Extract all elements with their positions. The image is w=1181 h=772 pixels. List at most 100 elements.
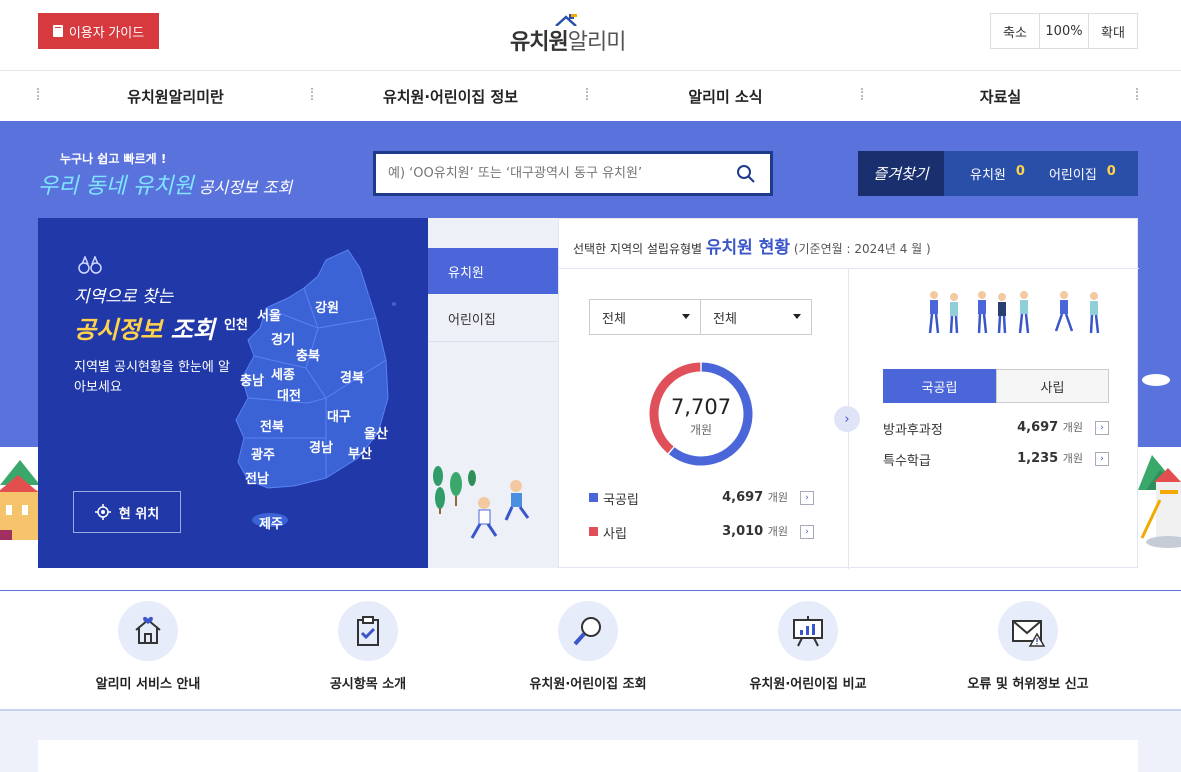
fav-daycare[interactable]: 어린이집 0	[1049, 164, 1116, 183]
region-ulsan[interactable]: 울산	[364, 423, 388, 442]
region-chungbuk[interactable]: 충북	[296, 345, 320, 364]
next-slide-button[interactable]: ›	[834, 406, 860, 432]
region-daegu[interactable]: 대구	[327, 406, 351, 425]
stats-heading-pre: 선택한 지역의 설립유형별	[573, 242, 706, 256]
search-box	[373, 151, 773, 196]
quick-service-guide[interactable]: 알리미 서비스 안내	[58, 601, 238, 692]
region-busan[interactable]: 부산	[348, 443, 372, 462]
quick-report-label: 오류 및 허위정보 신고	[967, 677, 1089, 692]
region-chungnam[interactable]: 충남	[240, 370, 264, 389]
region-gyeongnam[interactable]: 경남	[309, 437, 333, 456]
region-incheon[interactable]: 인천	[224, 314, 248, 333]
legend-public-label: 국공립	[603, 493, 639, 508]
chart-board-icon	[793, 616, 823, 647]
quick-items-intro-circle	[338, 601, 398, 661]
quick-items-intro-label: 공시항목 소개	[329, 677, 407, 692]
quick-compare-label: 유치원·어린이집 비교	[749, 677, 867, 692]
chevron-right-icon[interactable]: ›	[800, 525, 814, 539]
kids-running-illustration	[433, 466, 530, 539]
fav-daycare-label: 어린이집	[1048, 168, 1097, 183]
donut-total-unit: 개원	[689, 423, 713, 437]
chevron-right-icon[interactable]: ›	[1095, 452, 1109, 466]
quick-service-guide-circle	[118, 601, 178, 661]
tab-public[interactable]: 국공립	[883, 369, 996, 403]
tab-kindergarten[interactable]: 유치원	[428, 248, 558, 294]
after-school-unit: 개원	[1062, 421, 1083, 434]
quick-search[interactable]: 유치원·어린이집 조회	[498, 601, 678, 692]
after-school-label: 방과후과정	[883, 423, 943, 438]
bottom-card	[38, 740, 1138, 772]
korea-map[interactable]	[208, 248, 428, 538]
search-input[interactable]	[388, 166, 728, 181]
mail-warning-icon	[1012, 620, 1046, 647]
clipboard-check-icon	[357, 616, 379, 646]
special-class-value: 1,235	[1017, 451, 1059, 466]
fav-daycare-count: 0	[1106, 164, 1116, 179]
legend-private-unit: 개원	[767, 525, 788, 538]
region-sejong[interactable]: 세종	[271, 364, 295, 383]
quick-report-circle	[998, 601, 1058, 661]
favorites-title: 즐겨찾기	[858, 151, 944, 196]
special-class-row: 특수학급 1,235 개원 ›	[883, 450, 1109, 469]
slogan-sub: 누구나 쉽고 빠르게 !	[60, 152, 167, 166]
slogan-part-b: 유치원	[132, 174, 194, 199]
region-gyeonggi[interactable]: 경기	[271, 329, 295, 348]
crosshair-icon	[94, 504, 111, 520]
establishment-type-tabs: 국공립 사립	[883, 369, 1109, 403]
legend-private: 사립 3,010 개원 ›	[589, 523, 814, 542]
magnifier-icon	[573, 617, 601, 646]
site-logo[interactable]: 유치원알리미	[510, 14, 642, 55]
nav-item-archive[interactable]: 자료실	[863, 71, 1138, 122]
stats-divider	[559, 268, 1139, 269]
fav-kinder[interactable]: 유치원 0	[970, 164, 1025, 183]
chevron-right-icon[interactable]: ›	[1095, 421, 1109, 435]
map-title-line2: 공시정보 조회	[74, 310, 215, 345]
quick-compare[interactable]: 유치원·어린이집 비교	[718, 601, 898, 692]
stats-heading-date: (기준연월 : 2024년 4 월 )	[790, 242, 931, 256]
tab-private[interactable]: 사립	[996, 369, 1109, 403]
chevron-right-icon[interactable]: ›	[800, 491, 814, 505]
user-guide-label: 이용자 가이드	[68, 24, 145, 40]
logo-main-text: 유치원	[510, 30, 569, 55]
zoom-level: 100%	[1040, 14, 1089, 48]
current-location-label: 현 위치	[118, 506, 160, 522]
current-location-button[interactable]: 현 위치	[73, 491, 181, 533]
zoom-out-button[interactable]: 축소	[991, 14, 1040, 48]
quick-search-label: 유치원·어린이집 조회	[529, 677, 647, 692]
legend-public-value: 4,697	[722, 490, 764, 505]
nav-item-news[interactable]: 알리미 소식	[588, 71, 863, 122]
nav-item-info[interactable]: 유치원·어린이집 정보	[313, 71, 588, 122]
quick-items-intro[interactable]: 공시항목 소개	[278, 601, 458, 692]
tab-daycare[interactable]: 어린이집	[428, 295, 558, 341]
region-seoul[interactable]: 서울	[257, 305, 281, 324]
type-tab-column: 유치원 어린이집	[428, 218, 558, 568]
search-icon[interactable]	[736, 164, 756, 184]
quick-report[interactable]: 오류 및 허위정보 신고	[938, 601, 1118, 692]
nav-divider	[1136, 88, 1138, 100]
main-nav: 유치원알리미란 유치원·어린이집 정보 알리미 소식 자료실	[0, 70, 1181, 121]
region-gwangju[interactable]: 광주	[251, 444, 275, 463]
region-select-1[interactable]: 전체	[589, 299, 701, 335]
region-select-2[interactable]: 전체	[700, 299, 812, 335]
region-select-1-value: 전체	[602, 311, 626, 327]
top-header: 이용자 가이드 유치원알리미 축소 100% 확대	[0, 0, 1181, 70]
region-jeonbuk[interactable]: 전북	[260, 416, 284, 435]
map-title-highlight: 공시정보	[74, 315, 163, 344]
slogan-part-c: 공시정보 조회	[193, 178, 293, 197]
chevron-down-icon	[793, 314, 801, 319]
quick-compare-circle	[778, 601, 838, 661]
region-daejeon[interactable]: 대전	[277, 385, 301, 404]
slogan-part-a: 우리 동네	[38, 174, 133, 199]
stats-heading-main: 유치원 현황	[705, 238, 791, 258]
zoom-controls: 축소 100% 확대	[990, 13, 1138, 49]
people-illustration	[928, 291, 1100, 334]
region-gangwon[interactable]: 강원	[315, 297, 339, 316]
user-guide-button[interactable]: 이용자 가이드	[38, 13, 159, 49]
region-gyeongbuk[interactable]: 경북	[340, 367, 364, 386]
zoom-in-button[interactable]: 확대	[1089, 14, 1137, 48]
quick-menu: 알리미 서비스 안내 공시항목 소개 유치원·어린이집 조회 유치원·어린이집 …	[0, 591, 1181, 709]
nav-item-about[interactable]: 유치원알리미란	[38, 71, 313, 122]
region-jeonnam[interactable]: 전남	[245, 468, 269, 487]
legend-public-unit: 개원	[767, 491, 788, 504]
region-jeju[interactable]: 제주	[259, 513, 283, 532]
